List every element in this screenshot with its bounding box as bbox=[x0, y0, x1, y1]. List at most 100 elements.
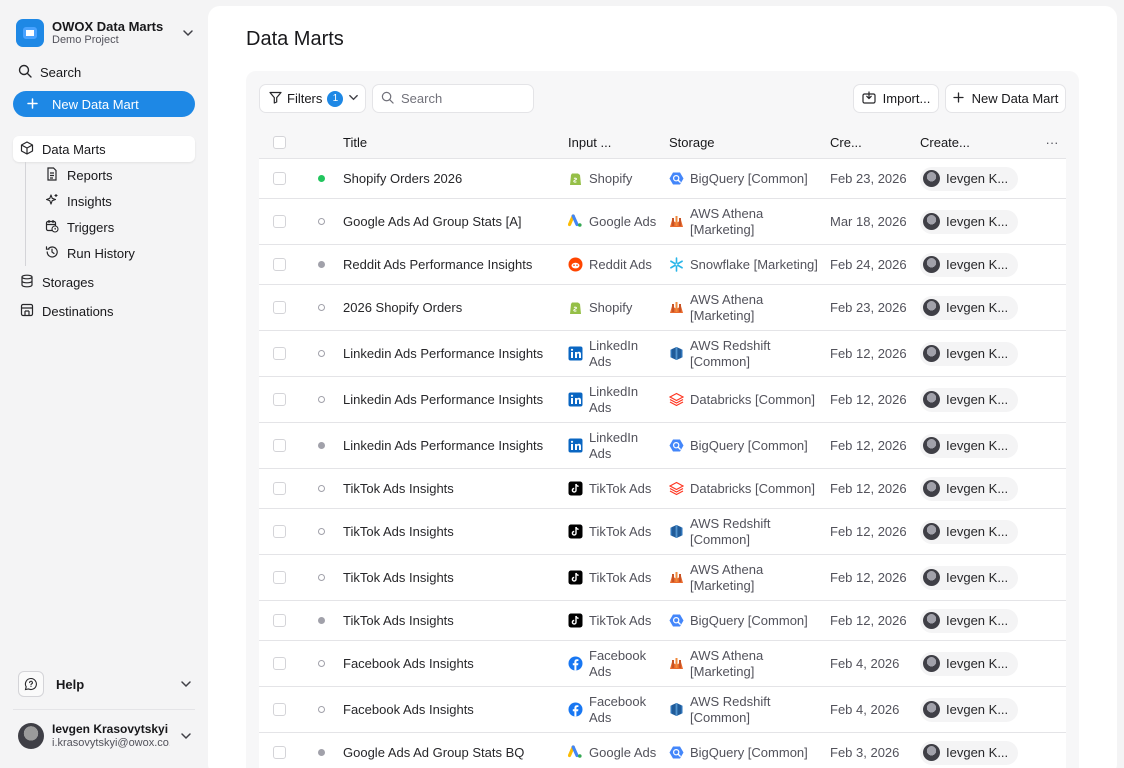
bigquery-icon bbox=[669, 171, 684, 186]
column-header-title[interactable]: Title bbox=[343, 135, 568, 150]
toolbar-new-label: New Data Mart bbox=[971, 91, 1059, 106]
table-row[interactable]: Linkedin Ads Performance Insights Linked… bbox=[259, 423, 1066, 469]
row-input: Facebook Ads bbox=[589, 647, 647, 679]
table-row[interactable]: TikTok Ads Insights TikTok Ads BigQuery … bbox=[259, 601, 1066, 641]
row-checkbox[interactable] bbox=[272, 657, 286, 670]
row-checkbox[interactable] bbox=[272, 482, 286, 495]
row-creator: Ievgen K... bbox=[946, 481, 1009, 496]
sidebar-item-data-marts[interactable]: Data Marts bbox=[13, 136, 195, 162]
row-checkbox[interactable] bbox=[272, 258, 286, 271]
select-all-checkbox[interactable] bbox=[272, 136, 286, 149]
row-creator: Ievgen K... bbox=[946, 171, 1009, 186]
sidebar-item-reports[interactable]: Reports bbox=[38, 162, 195, 188]
sidebar-item-insights[interactable]: Insights bbox=[38, 188, 195, 214]
filters-count-badge: 1 bbox=[327, 90, 344, 107]
row-storage: AWS Redshift [Common] bbox=[690, 515, 771, 547]
table-row[interactable]: 2026 Shopify Orders Shopify AWS Athena [M… bbox=[259, 285, 1066, 331]
row-created: Feb 12, 2026 bbox=[830, 613, 907, 628]
table-header: Title Input ... Storage Cre... Create...… bbox=[259, 127, 1066, 159]
snowflake-icon bbox=[669, 257, 684, 272]
creator-badge: Ievgen K... bbox=[920, 387, 1019, 412]
row-title: Shopify Orders 2026 bbox=[343, 171, 463, 186]
row-title: Facebook Ads Insights bbox=[343, 656, 474, 671]
column-header-input[interactable]: Input ... bbox=[568, 135, 669, 150]
row-checkbox[interactable] bbox=[272, 439, 286, 452]
table-row[interactable]: Google Ads Ad Group Stats [A] Google Ads… bbox=[259, 199, 1066, 245]
creator-badge: Ievgen K... bbox=[920, 433, 1019, 458]
row-checkbox[interactable] bbox=[272, 347, 286, 360]
avatar bbox=[923, 480, 940, 497]
column-options-icon[interactable]: ··· bbox=[1038, 135, 1066, 150]
creator-badge: Ievgen K... bbox=[920, 565, 1019, 590]
row-input: TikTok Ads bbox=[589, 480, 652, 496]
row-created: Mar 18, 2026 bbox=[830, 214, 907, 229]
project-name: OWOX Data Marts bbox=[52, 19, 164, 34]
row-input: Google Ads bbox=[589, 744, 657, 760]
help-menu[interactable]: Help bbox=[18, 670, 194, 698]
column-header-created[interactable]: Cre... bbox=[830, 135, 920, 150]
row-created: Feb 12, 2026 bbox=[830, 392, 907, 407]
sidebar-item-storages[interactable]: Storages bbox=[13, 269, 195, 295]
table-row[interactable]: TikTok Ads Insights TikTok Ads AWS Athen… bbox=[259, 555, 1066, 601]
avatar bbox=[923, 569, 940, 586]
row-checkbox[interactable] bbox=[272, 525, 286, 538]
column-header-creator[interactable]: Create... bbox=[920, 135, 1038, 150]
table-row[interactable]: Shopify Orders 2026 Shopify BigQuery [Co… bbox=[259, 159, 1066, 199]
search-input[interactable] bbox=[401, 91, 521, 106]
table-row[interactable]: Linkedin Ads Performance Insights Linked… bbox=[259, 377, 1066, 423]
row-checkbox[interactable] bbox=[272, 746, 286, 759]
new-data-mart-button[interactable]: New Data Mart bbox=[13, 91, 195, 117]
import-button[interactable]: Import... bbox=[853, 84, 939, 113]
owox-logo-icon bbox=[16, 19, 44, 47]
facebook-icon bbox=[568, 702, 583, 717]
row-title: TikTok Ads Insights bbox=[343, 613, 454, 628]
creator-badge: Ievgen K... bbox=[920, 209, 1019, 234]
chevron-down-icon[interactable] bbox=[180, 25, 196, 41]
table-row[interactable]: TikTok Ads Insights TikTok Ads Databrick… bbox=[259, 469, 1066, 509]
status-dot-icon bbox=[317, 574, 325, 581]
creator-badge: Ievgen K... bbox=[920, 252, 1019, 277]
sidebar-item-destinations[interactable]: Destinations bbox=[13, 298, 195, 324]
plus-icon bbox=[27, 97, 38, 112]
filters-label: Filters bbox=[287, 91, 323, 106]
sidebar-item-triggers[interactable]: Triggers bbox=[38, 214, 195, 240]
table-search[interactable] bbox=[372, 84, 534, 113]
row-creator: Ievgen K... bbox=[946, 438, 1009, 453]
column-header-storage[interactable]: Storage bbox=[669, 135, 830, 150]
row-checkbox[interactable] bbox=[272, 571, 286, 584]
table-row[interactable]: Linkedin Ads Performance Insights Linked… bbox=[259, 331, 1066, 377]
avatar bbox=[923, 213, 940, 230]
sidebar-search[interactable]: Search bbox=[18, 62, 81, 82]
row-checkbox[interactable] bbox=[272, 703, 286, 716]
chevron-down-icon[interactable] bbox=[178, 728, 194, 744]
row-input: TikTok Ads bbox=[589, 569, 652, 585]
chevron-down-icon[interactable] bbox=[178, 676, 194, 692]
user-email: i.krasovytskyi@owox.co... bbox=[52, 737, 170, 749]
row-checkbox[interactable] bbox=[272, 393, 286, 406]
toolbar-new-data-mart-button[interactable]: New Data Mart bbox=[945, 84, 1066, 113]
document-icon bbox=[45, 166, 59, 184]
row-checkbox[interactable] bbox=[272, 301, 286, 314]
row-created: Feb 23, 2026 bbox=[830, 300, 907, 315]
row-checkbox[interactable] bbox=[272, 172, 286, 185]
table-row[interactable]: Facebook Ads Insights Facebook Ads AWS At… bbox=[259, 641, 1066, 687]
google-ads-icon bbox=[568, 745, 583, 760]
table-row[interactable]: TikTok Ads Insights TikTok Ads AWS Redsh… bbox=[259, 509, 1066, 555]
sidebar-item-run-history[interactable]: Run History bbox=[38, 240, 195, 266]
status-dot-icon bbox=[317, 660, 325, 667]
creator-badge: Ievgen K... bbox=[920, 476, 1019, 501]
row-storage: AWS Athena [Marketing] bbox=[690, 205, 764, 237]
row-creator: Ievgen K... bbox=[946, 656, 1009, 671]
filters-button[interactable]: Filters 1 bbox=[259, 84, 366, 113]
sidebar-divider bbox=[13, 709, 195, 710]
row-checkbox[interactable] bbox=[272, 215, 286, 228]
row-checkbox[interactable] bbox=[272, 614, 286, 627]
table-row[interactable]: Reddit Ads Performance Insights Reddit A… bbox=[259, 245, 1066, 285]
table-row[interactable]: Google Ads Ad Group Stats BQ Google Ads … bbox=[259, 733, 1066, 768]
user-menu[interactable]: Ievgen Krasovytskyi i.krasovytskyi@owox.… bbox=[18, 719, 194, 753]
google-ads-icon bbox=[568, 214, 583, 229]
status-dot-icon bbox=[317, 396, 325, 403]
project-switcher[interactable]: OWOX Data Marts Demo Project bbox=[16, 14, 196, 52]
row-creator: Ievgen K... bbox=[946, 300, 1009, 315]
table-row[interactable]: Facebook Ads Insights Facebook Ads AWS Re… bbox=[259, 687, 1066, 733]
